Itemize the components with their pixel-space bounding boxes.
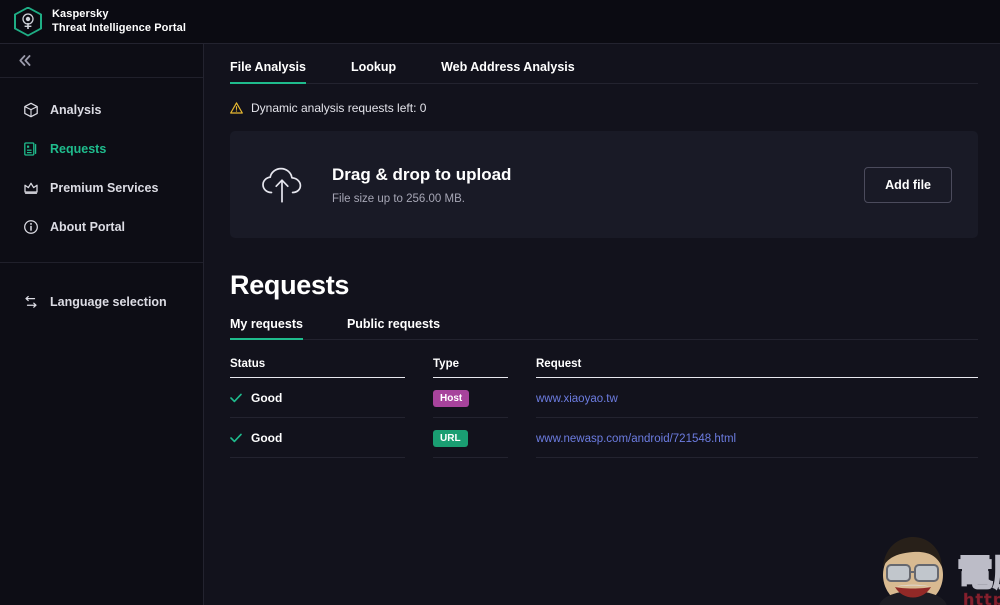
sidebar-item-label: Analysis <box>50 102 102 117</box>
chevron-double-left-icon <box>19 55 31 66</box>
sidebar-item-analysis[interactable]: Analysis <box>0 90 203 129</box>
notice-text: Dynamic analysis requests left: 0 <box>251 101 427 115</box>
upload-subtitle: File size up to 256.00 MB. <box>332 192 465 205</box>
sidebar-item-label: About Portal <box>50 219 125 234</box>
logo-glyph-icon <box>22 12 34 29</box>
cloud-upload-icon <box>254 163 310 207</box>
requests-table: Status Type Request Good Host www.xiaoya… <box>230 342 978 458</box>
requests-subtabs: My requests Public requests <box>230 317 978 340</box>
app-window: Kaspersky Threat Intelligence Portal Ana… <box>0 0 1000 605</box>
translate-arrows-icon <box>22 294 39 311</box>
subtab-label: Public requests <box>346 317 441 331</box>
sidebar-item-label: Language selection <box>50 295 167 309</box>
tab-label: Lookup <box>350 60 397 74</box>
sidebar-item-requests[interactable]: Requests <box>0 129 203 168</box>
kocpc-mascot-icon <box>879 537 947 605</box>
cell-request: www.xiaoyao.tw <box>536 377 978 418</box>
sidebar-item-about-portal[interactable]: About Portal <box>0 207 203 246</box>
add-file-button[interactable]: Add file <box>864 166 952 203</box>
tab-label: Web Address Analysis <box>441 60 575 74</box>
analysis-tabs: File Analysis Lookup Web Address Analysi… <box>230 44 978 84</box>
watermark-url: http://www.kocpc.com.tw <box>963 590 1000 605</box>
column-header-request[interactable]: Request <box>536 342 978 378</box>
cube-icon <box>22 101 39 118</box>
info-circle-icon <box>22 218 39 235</box>
column-gap <box>405 342 433 378</box>
column-header-type[interactable]: Type <box>433 342 508 378</box>
subtab-label: My requests <box>230 317 303 331</box>
subtab-my-requests[interactable]: My requests <box>230 317 303 340</box>
tab-lookup[interactable]: Lookup <box>351 60 396 83</box>
status-label: Good <box>251 390 283 405</box>
watermark-text: 電腦王阿達 <box>957 553 1000 594</box>
sidebar-item-label: Premium Services <box>50 180 159 195</box>
sidebar-collapse-button[interactable] <box>0 44 203 78</box>
tab-label: File Analysis <box>230 60 306 74</box>
cell-gap <box>508 378 536 418</box>
body-region: Analysis Requests Premium Services About… <box>0 44 1000 605</box>
kocpc-watermark: 電腦王阿達 http://www.kocpc.com.tw <box>879 537 1000 605</box>
type-badge: URL <box>433 430 468 447</box>
upload-text: Drag & drop to upload File size up to 25… <box>310 165 864 205</box>
cell-type: URL <box>433 417 508 458</box>
tab-web-address-analysis[interactable]: Web Address Analysis <box>441 60 575 83</box>
sidebar-nav: Analysis Requests Premium Services About… <box>0 78 203 321</box>
check-icon <box>230 433 242 443</box>
subtab-public-requests[interactable]: Public requests <box>347 317 440 339</box>
request-link[interactable]: www.xiaoyao.tw <box>536 393 618 405</box>
page-title: Requests <box>230 270 350 300</box>
document-list-icon <box>22 140 39 157</box>
requests-table-body: Good Host www.xiaoyao.tw Good URL www.ne… <box>230 377 978 458</box>
cell-type: Host <box>433 377 508 418</box>
brand-text: Kaspersky Threat Intelligence Portal <box>52 8 186 35</box>
sidebar-item-language-selection[interactable]: Language selection <box>0 283 203 321</box>
cell-request: www.newasp.com/android/721548.html <box>536 417 978 458</box>
cell-status: Good <box>230 377 405 418</box>
crown-icon <box>22 179 39 196</box>
warning-triangle-icon <box>230 102 243 114</box>
dynamic-analysis-notice: Dynamic analysis requests left: 0 <box>230 101 978 115</box>
type-badge: Host <box>433 390 470 407</box>
cell-gap <box>405 378 433 418</box>
table-row[interactable]: Good URL www.newasp.com/android/721548.h… <box>230 417 978 458</box>
cell-gap <box>405 418 433 458</box>
status-label: Good <box>251 430 283 445</box>
upload-dropzone[interactable]: Drag & drop to upload File size up to 25… <box>230 131 978 238</box>
sidebar-divider <box>0 262 203 263</box>
sidebar-item-label: Requests <box>50 141 107 156</box>
brand-subtitle: Threat Intelligence Portal <box>52 21 187 34</box>
requests-table-head: Status Type Request <box>230 342 978 378</box>
table-row[interactable]: Good Host www.xiaoyao.tw <box>230 377 978 418</box>
cell-status: Good <box>230 417 405 458</box>
main-content: File Analysis Lookup Web Address Analysi… <box>204 44 1000 605</box>
tab-file-analysis[interactable]: File Analysis <box>230 60 306 84</box>
cell-gap <box>508 418 536 458</box>
table-header-row: Status Type Request <box>230 342 978 378</box>
sidebar: Analysis Requests Premium Services About… <box>0 44 204 605</box>
column-header-status[interactable]: Status <box>230 342 405 378</box>
top-bar: Kaspersky Threat Intelligence Portal <box>0 0 1000 44</box>
check-icon <box>230 393 242 403</box>
column-gap <box>508 342 536 378</box>
brand-name: Kaspersky <box>52 8 109 21</box>
upload-title: Drag & drop to upload <box>332 164 512 184</box>
sidebar-item-premium-services[interactable]: Premium Services <box>0 168 203 207</box>
request-link[interactable]: www.newasp.com/android/721548.html <box>536 433 736 445</box>
kaspersky-hex-logo-icon <box>14 6 42 37</box>
